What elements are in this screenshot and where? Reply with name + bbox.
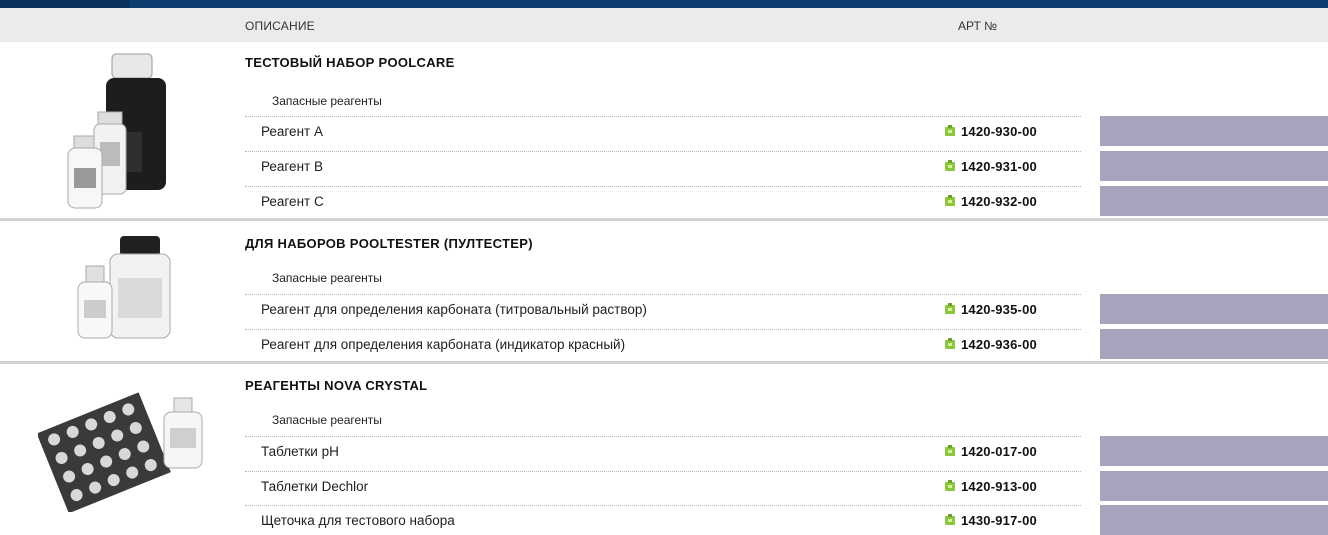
nova-crystal-tablets-photo bbox=[36, 390, 208, 514]
cart-tag-icon bbox=[945, 514, 955, 525]
table-row: Таблетки Dechlor 1420-913-00 bbox=[245, 471, 1328, 501]
poolcare-kit-photo bbox=[60, 52, 180, 212]
row-divider bbox=[245, 186, 1081, 187]
price-cell bbox=[1100, 151, 1328, 181]
table-row: Реагент для определения карбоната (титро… bbox=[245, 294, 1328, 324]
section-title: ДЛЯ НАБОРОВ POOLTESTER (ПУЛТЕСТЕР) bbox=[245, 236, 533, 251]
item-name: Щеточка для тестового набора bbox=[261, 513, 455, 528]
row-divider bbox=[245, 116, 1081, 117]
cart-tag-icon bbox=[945, 338, 955, 349]
top-bar bbox=[0, 0, 1328, 8]
pooltester-reagents-photo bbox=[72, 232, 172, 344]
row-divider bbox=[245, 471, 1081, 472]
item-name: Таблетки pH bbox=[261, 444, 339, 459]
item-art-number: 1420-913-00 bbox=[961, 479, 1037, 494]
item-name: Таблетки Dechlor bbox=[261, 479, 369, 494]
item-art-number: 1420-017-00 bbox=[961, 444, 1037, 459]
cart-tag-icon bbox=[945, 125, 955, 136]
cart-tag-icon bbox=[945, 303, 955, 314]
table-row: Таблетки pH 1420-017-00 bbox=[245, 436, 1328, 466]
item-art-number: 1430-917-00 bbox=[961, 513, 1037, 528]
item-name: Реагент для определения карбоната (титро… bbox=[261, 302, 647, 317]
row-divider bbox=[245, 329, 1081, 330]
table-row: Реагент А 1420-930-00 bbox=[245, 116, 1328, 146]
cart-tag-icon bbox=[945, 160, 955, 171]
table-header: ОПИСАНИЕ АРТ № bbox=[0, 8, 1328, 42]
section-subtitle: Запасные реагенты bbox=[272, 271, 382, 285]
item-art-number: 1420-936-00 bbox=[961, 337, 1037, 352]
item-name: Реагент С bbox=[261, 194, 324, 209]
description-column-header: ОПИСАНИЕ bbox=[245, 19, 315, 33]
cart-tag-icon bbox=[945, 445, 955, 456]
table-row: Реагент С 1420-932-00 bbox=[245, 186, 1328, 216]
top-bar-tab bbox=[0, 0, 130, 8]
item-name: Реагент для определения карбоната (индик… bbox=[261, 337, 626, 352]
art-column-header: АРТ № bbox=[958, 19, 998, 33]
cart-tag-icon bbox=[945, 195, 955, 206]
section-title: ТЕСТОВЫЙ НАБОР POOLCARE bbox=[245, 55, 455, 70]
section-title: РЕАГЕНТЫ NOVA CRYSTAL bbox=[245, 378, 428, 393]
price-cell bbox=[1100, 436, 1328, 466]
item-art-number: 1420-935-00 bbox=[961, 302, 1037, 317]
table-row: Щеточка для тестового набора 1430-917-00 bbox=[245, 505, 1328, 535]
row-divider bbox=[245, 151, 1081, 152]
section-subtitle: Запасные реагенты bbox=[272, 94, 382, 108]
cart-tag-icon bbox=[945, 480, 955, 491]
price-cell bbox=[1100, 116, 1328, 146]
item-art-number: 1420-932-00 bbox=[961, 194, 1037, 209]
section-subtitle: Запасные реагенты bbox=[272, 413, 382, 427]
item-art-number: 1420-930-00 bbox=[961, 124, 1037, 139]
item-art-number: 1420-931-00 bbox=[961, 159, 1037, 174]
price-cell bbox=[1100, 505, 1328, 535]
table-row: Реагент В 1420-931-00 bbox=[245, 151, 1328, 181]
row-divider bbox=[245, 436, 1081, 437]
item-name: Реагент А bbox=[261, 124, 323, 139]
price-cell bbox=[1100, 471, 1328, 501]
section-divider bbox=[0, 218, 1328, 221]
table-row: Реагент для определения карбоната (индик… bbox=[245, 329, 1328, 359]
row-divider bbox=[245, 294, 1081, 295]
price-cell bbox=[1100, 294, 1328, 324]
item-name: Реагент В bbox=[261, 159, 323, 174]
price-cell bbox=[1100, 186, 1328, 216]
row-divider bbox=[245, 505, 1081, 506]
section-divider bbox=[0, 361, 1328, 364]
price-cell bbox=[1100, 329, 1328, 359]
